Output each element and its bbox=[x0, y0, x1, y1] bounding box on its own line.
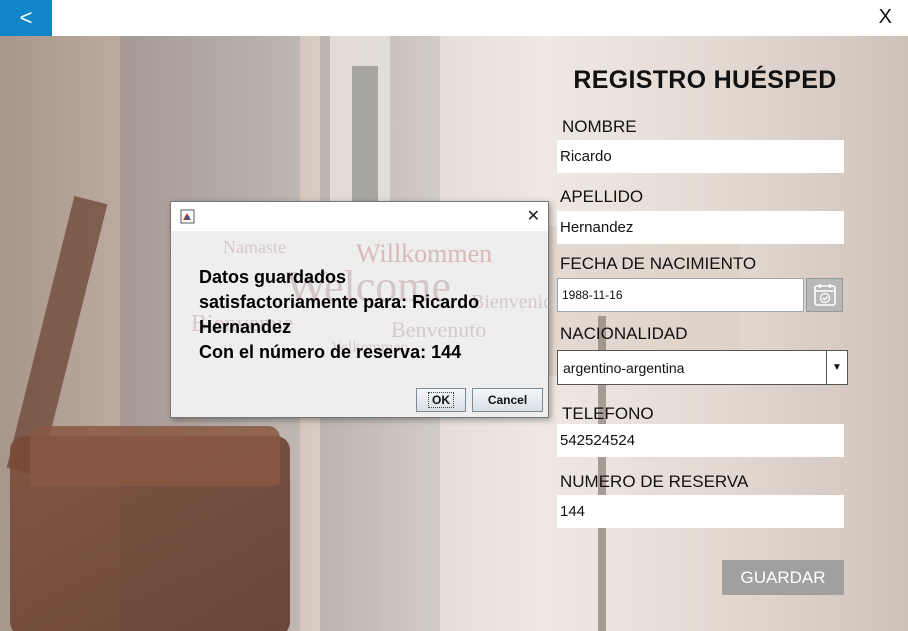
fecha-input[interactable]: 1988-11-16 bbox=[557, 278, 804, 312]
confirmation-dialog: ✕ Namaste Willkommen Welcome Bienvenue B… bbox=[170, 201, 549, 418]
nombre-label: NOMBRE bbox=[562, 117, 637, 136]
apellido-input[interactable]: Hernandez bbox=[557, 211, 844, 244]
close-button[interactable]: X bbox=[879, 6, 892, 29]
dialog-title-bar: ✕ bbox=[171, 202, 548, 231]
watermark-word: Namaste bbox=[223, 237, 286, 257]
dialog-close-icon[interactable]: ✕ bbox=[527, 206, 540, 226]
top-bar: < X bbox=[0, 0, 908, 36]
dialog-body: Namaste Willkommen Welcome Bienvenue Ben… bbox=[171, 231, 548, 381]
cancel-button[interactable]: Cancel bbox=[472, 388, 543, 412]
message-line: Con el número de reserva: 144 bbox=[199, 342, 462, 362]
fecha-label: FECHA DE NACIMIENTO bbox=[560, 254, 757, 273]
save-button[interactable]: GUARDAR bbox=[722, 560, 844, 595]
ok-label: OK bbox=[428, 392, 454, 408]
ok-button[interactable]: OK bbox=[416, 388, 466, 412]
nacionalidad-value: argentino-argentina bbox=[563, 360, 685, 376]
dialog-message: Datos guardados satisfactoriamente para:… bbox=[199, 265, 529, 365]
message-line: Hernandez bbox=[199, 317, 292, 337]
nacionalidad-label: NACIONALIDAD bbox=[560, 324, 688, 343]
reserva-label: NUMERO DE RESERVA bbox=[560, 472, 749, 491]
nacionalidad-select[interactable]: argentino-argentina ▼ bbox=[557, 350, 848, 385]
back-button[interactable]: < bbox=[0, 0, 52, 36]
reserva-input[interactable]: 144 bbox=[557, 495, 844, 528]
apellido-label: APELLIDO bbox=[560, 187, 644, 206]
message-line: satisfactoriamente para: Ricardo bbox=[199, 292, 480, 312]
form-title: REGISTRO HUÉSPED bbox=[573, 66, 837, 94]
bag-flap bbox=[30, 426, 280, 486]
java-app-icon bbox=[180, 209, 195, 224]
telefono-input[interactable]: 542524524 bbox=[557, 424, 844, 457]
chevron-down-icon[interactable]: ▼ bbox=[826, 351, 847, 384]
message-line: Datos guardados bbox=[199, 267, 347, 287]
calendar-icon[interactable] bbox=[806, 278, 843, 312]
telefono-label: TELEFONO bbox=[562, 404, 654, 423]
nombre-input[interactable]: Ricardo bbox=[557, 140, 844, 173]
